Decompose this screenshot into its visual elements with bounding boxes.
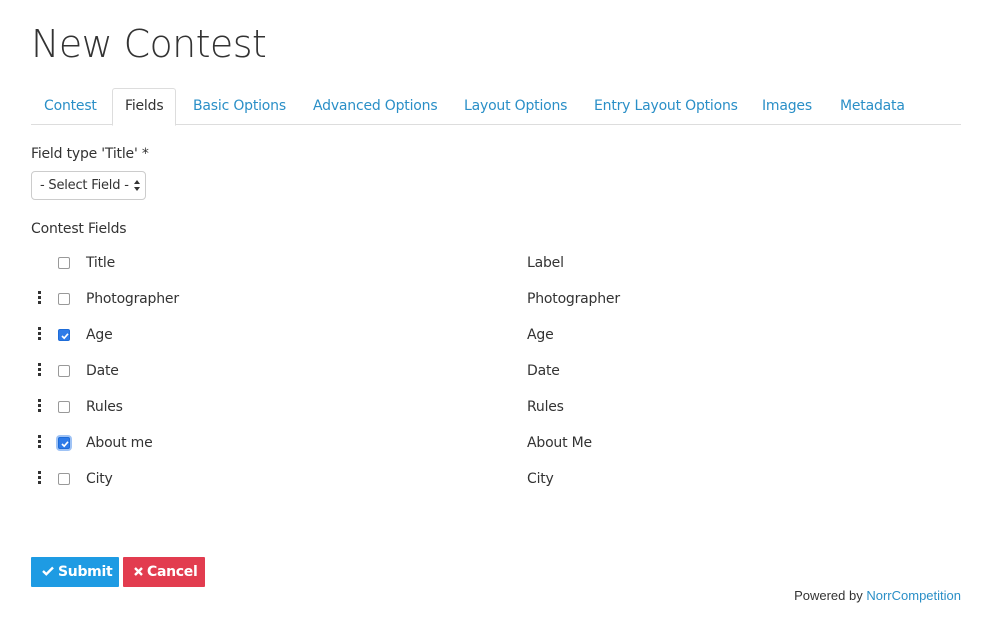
tab-basic-options[interactable]: Basic Options: [193, 88, 286, 125]
header-title: Title: [86, 255, 116, 271]
tab-entry-layout-options[interactable]: Entry Layout Options: [594, 88, 738, 125]
check-icon: [42, 566, 54, 576]
cancel-button[interactable]: Cancel: [123, 557, 205, 587]
row-label: Photographer: [527, 291, 620, 307]
row-label: Rules: [527, 399, 564, 415]
table-row: Photographer Photographer: [31, 281, 961, 317]
submit-button[interactable]: Submit: [31, 557, 119, 587]
drag-handle-icon[interactable]: [38, 471, 42, 485]
table-row: City City: [31, 461, 961, 497]
row-label: City: [527, 471, 554, 487]
row-label: About Me: [527, 435, 592, 451]
row-title: Rules: [86, 399, 123, 415]
row-checkbox[interactable]: [58, 329, 70, 341]
cancel-button-label: Cancel: [147, 564, 198, 580]
tab-contest[interactable]: Contest: [44, 88, 97, 125]
field-type-select[interactable]: - Select Field -: [31, 171, 146, 200]
drag-handle-icon[interactable]: [38, 399, 42, 413]
tab-fields[interactable]: Fields: [112, 88, 177, 126]
submit-button-label: Submit: [58, 564, 113, 580]
tab-bar: Contest Fields Basic Options Advanced Op…: [31, 88, 961, 126]
drag-handle-icon[interactable]: [38, 291, 42, 305]
row-label: Date: [527, 363, 560, 379]
tab-layout-options[interactable]: Layout Options: [464, 88, 567, 125]
row-checkbox[interactable]: [58, 473, 70, 485]
header-label: Label: [527, 255, 564, 271]
row-label: Age: [527, 327, 554, 343]
check-icon: [61, 333, 69, 340]
row-checkbox[interactable]: [58, 365, 70, 377]
row-checkbox[interactable]: [58, 437, 70, 449]
row-checkbox[interactable]: [58, 401, 70, 413]
field-type-label: Field type 'Title' *: [31, 146, 149, 162]
table-row: Date Date: [31, 353, 961, 389]
powered-by-link[interactable]: NorrCompetition: [866, 588, 961, 603]
table-row: About me About Me: [31, 425, 961, 461]
drag-handle-icon[interactable]: [38, 363, 42, 377]
select-all-checkbox[interactable]: [58, 257, 70, 269]
contest-fields-label: Contest Fields: [31, 221, 127, 237]
drag-handle-icon[interactable]: [38, 327, 42, 341]
tab-metadata[interactable]: Metadata: [840, 88, 905, 125]
table-row: Rules Rules: [31, 389, 961, 425]
row-title: Date: [86, 363, 119, 379]
select-arrows-icon: [134, 180, 140, 191]
field-type-select-value: - Select Field -: [40, 178, 129, 193]
row-title: About me: [86, 435, 153, 451]
tab-images[interactable]: Images: [762, 88, 812, 125]
tab-advanced-options[interactable]: Advanced Options: [313, 88, 438, 125]
row-title: Age: [86, 327, 113, 343]
drag-handle-icon[interactable]: [38, 435, 42, 449]
page-title: New Contest: [31, 22, 267, 66]
row-checkbox[interactable]: [58, 293, 70, 305]
table-row: Age Age: [31, 317, 961, 353]
check-icon: [61, 441, 69, 448]
row-title: Photographer: [86, 291, 179, 307]
fields-header-row: Title Label: [31, 245, 961, 281]
close-icon: [134, 566, 143, 576]
powered-by-prefix: Powered by: [794, 588, 863, 603]
powered-by: Powered by NorrCompetition: [794, 588, 961, 603]
row-title: City: [86, 471, 113, 487]
